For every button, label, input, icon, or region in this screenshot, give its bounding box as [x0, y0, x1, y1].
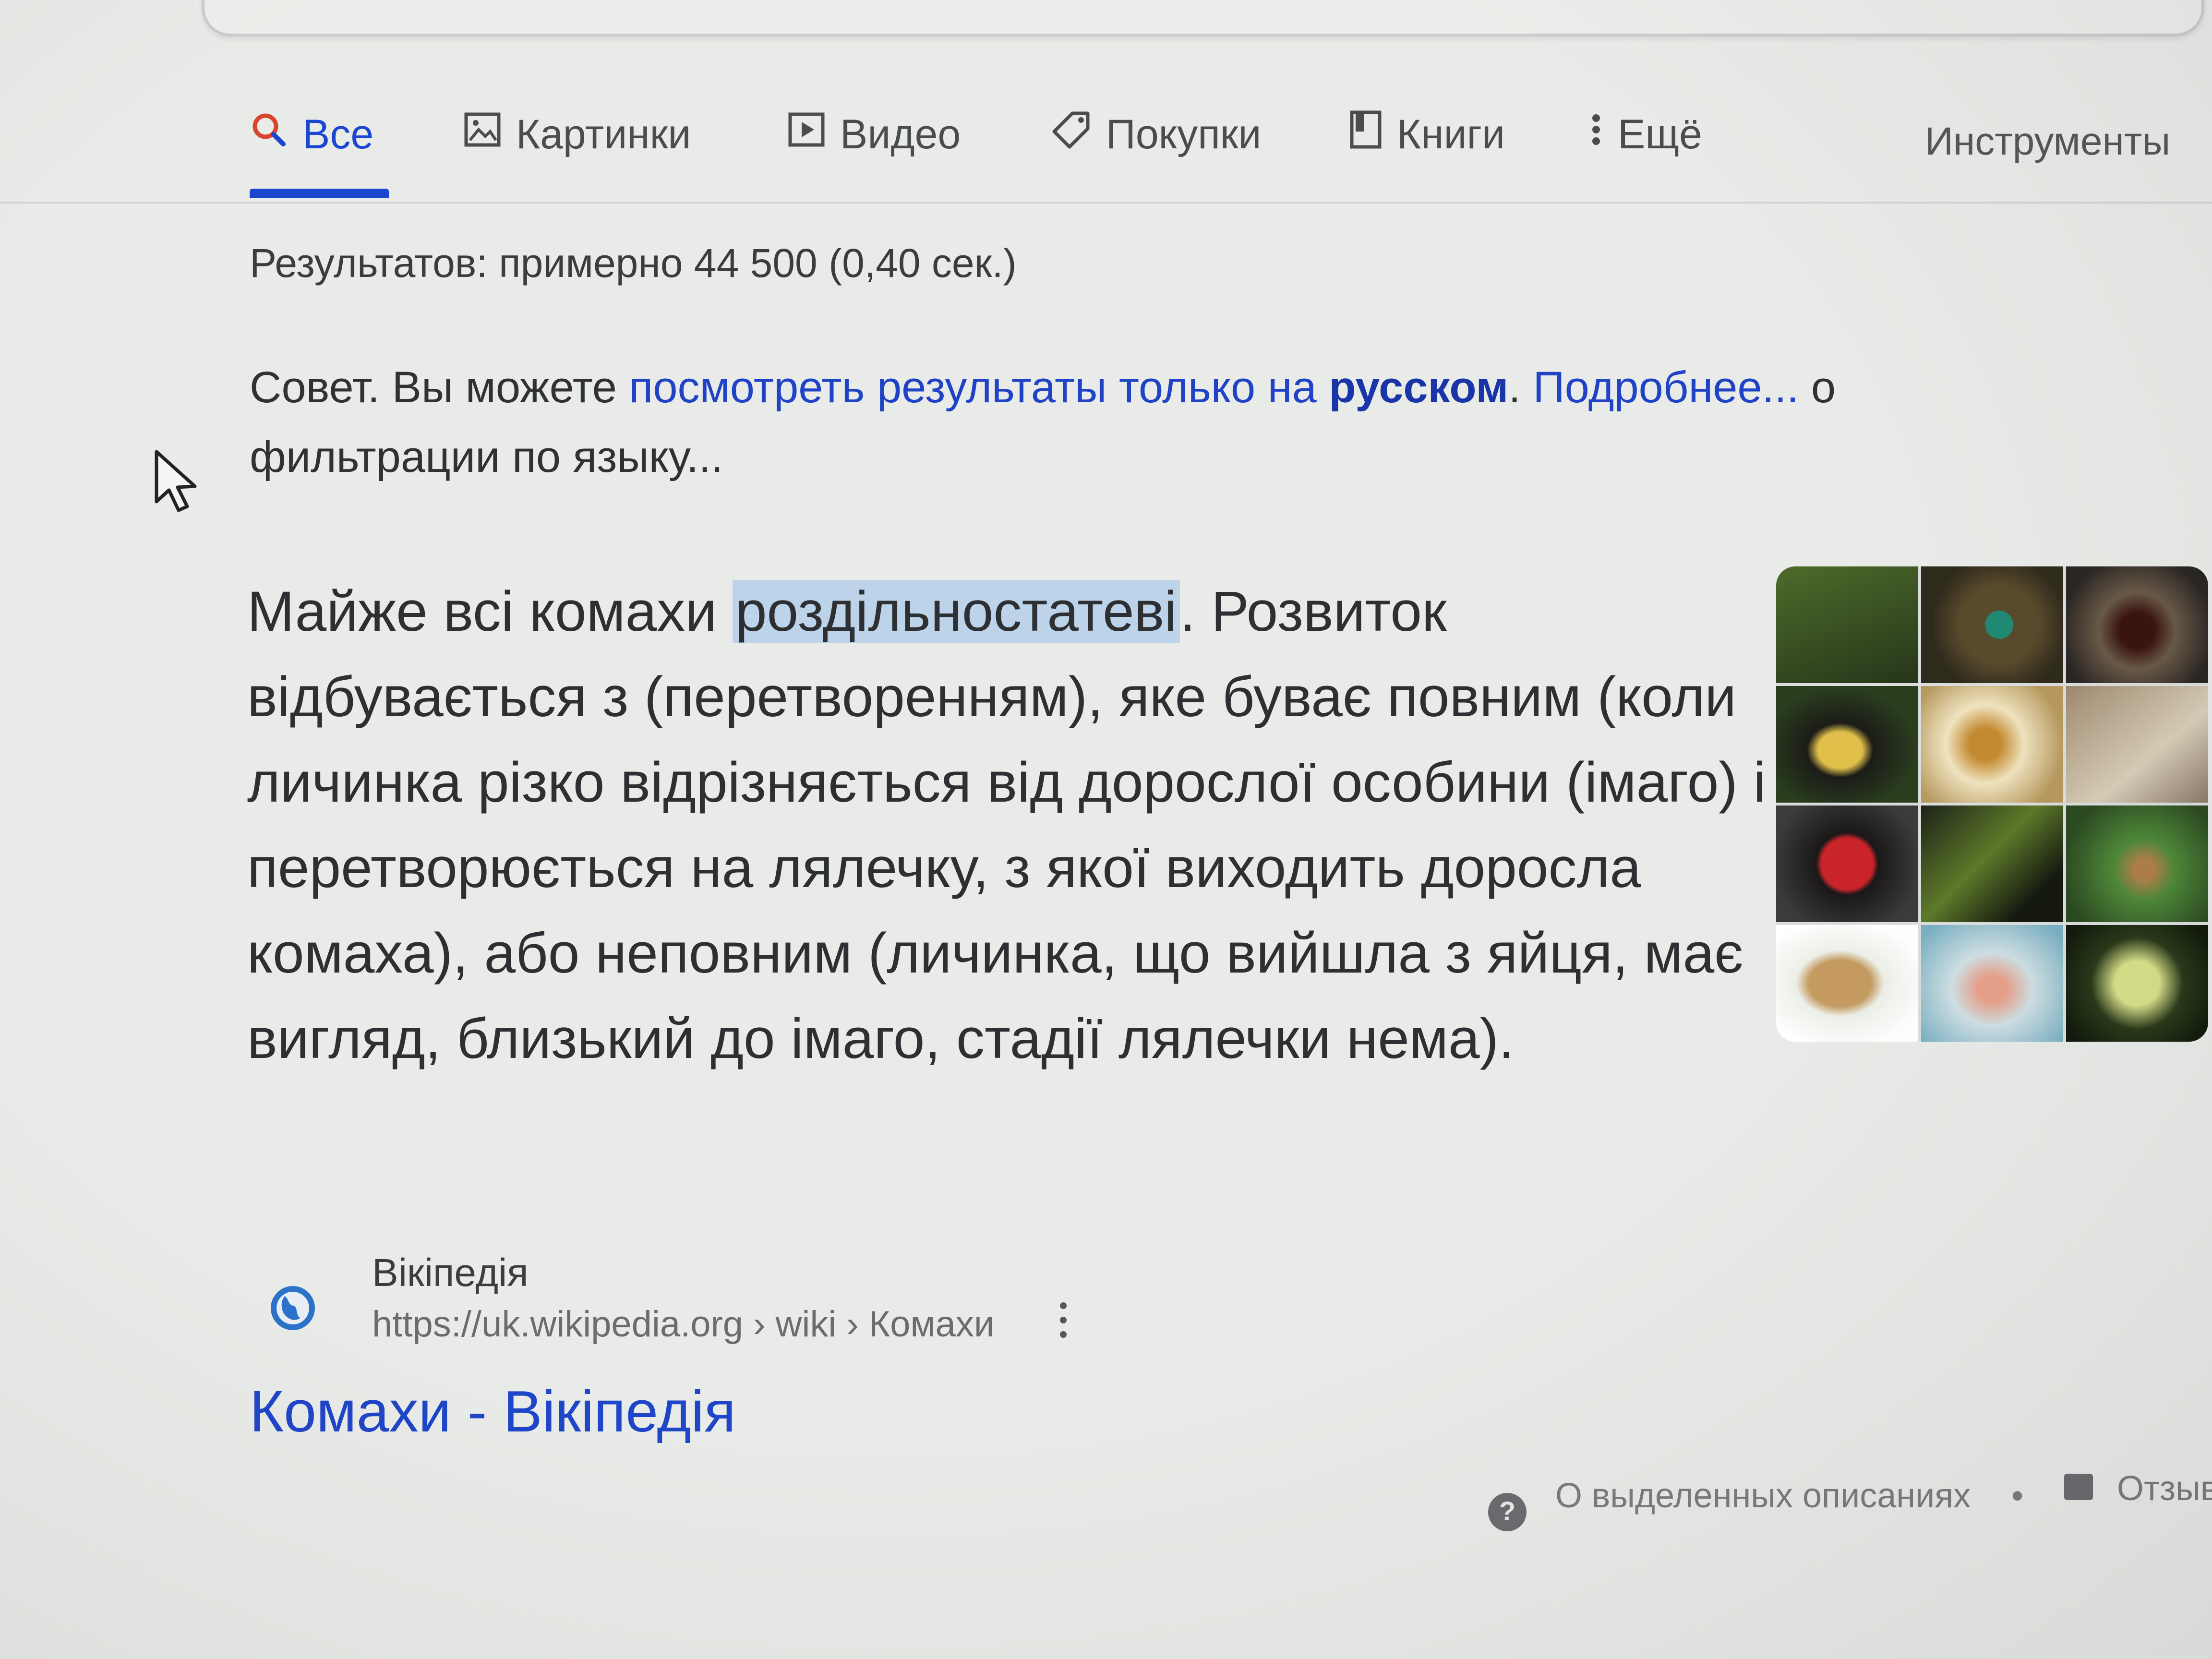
feedback-icon [2064, 1474, 2093, 1500]
tab-images-label: Картинки [516, 111, 691, 157]
globe-icon [266, 1282, 319, 1337]
tab-video[interactable]: Видео [787, 103, 961, 166]
tab-images[interactable]: Картинки [463, 103, 691, 166]
image-cricket[interactable] [2066, 686, 2208, 803]
snippet-after: . Розвиток відбувається з (перетворенням… [247, 580, 1766, 1070]
more-vert-icon[interactable] [1056, 1298, 1070, 1344]
tip-tail-2: фильтрации по языку... [250, 433, 723, 481]
image-ladybug[interactable] [1776, 805, 1918, 922]
snippet-highlight: роздільностатеві [732, 580, 1180, 643]
active-tab-indicator [250, 189, 389, 198]
tip-prefix: Совет. Вы можете [250, 363, 629, 412]
tab-books[interactable]: Книги [1349, 103, 1505, 166]
tab-all[interactable]: Все [250, 103, 373, 166]
about-snippets-link[interactable]: О выделенных описаниях [1555, 1476, 1971, 1515]
image-moth[interactable] [1776, 925, 1918, 1042]
book-icon [1349, 109, 1382, 160]
learn-more-link[interactable]: Подробнее... [1533, 363, 1799, 412]
russian-only-link[interactable]: посмотреть результаты только на русском [629, 363, 1509, 412]
tab-shopping[interactable]: Покупки [1051, 103, 1261, 166]
tag-icon [1051, 109, 1092, 160]
result-stats: Результатов: примерно 44 500 (0,40 сек.) [250, 240, 1017, 286]
russian-only-link-text: посмотреть результаты только на [629, 363, 1329, 412]
image-green-insect[interactable] [2066, 805, 2208, 922]
footer-separator: • [2011, 1477, 2024, 1515]
image-grass-stem[interactable] [1776, 566, 1918, 683]
source-url[interactable]: https://uk.wikipedia.org › wiki › Комахи [372, 1303, 994, 1345]
result-title-link[interactable]: Комахи - Вікіпедія [250, 1378, 736, 1445]
tab-all-label: Все [302, 111, 374, 157]
featured-snippet-text: Майже всі комахи роздільностатеві. Розви… [247, 569, 1783, 1082]
feedback-link[interactable]: Отзыв [2117, 1469, 2212, 1508]
image-mantis[interactable] [1921, 805, 2063, 922]
svg-text:?: ? [1499, 1496, 1515, 1526]
video-play-icon [787, 110, 826, 159]
search-box[interactable] [202, 0, 2204, 36]
russian-only-link-lang: русском [1329, 363, 1509, 412]
image-green-beetle[interactable] [1921, 566, 2063, 683]
tip-tail: о [1799, 363, 1836, 412]
tools-button[interactable]: Инструменты [1925, 119, 2170, 164]
source-name[interactable]: Вікіпедія [372, 1250, 529, 1296]
image-shrimp-insect[interactable] [1921, 925, 2063, 1042]
image-bee[interactable] [1921, 686, 2063, 803]
tab-video-label: Видео [840, 111, 961, 157]
language-tip: Совет. Вы можете посмотреть результаты т… [250, 353, 2026, 492]
insect-images-grid[interactable] [1776, 566, 2208, 1042]
mouse-cursor-icon [153, 449, 205, 518]
image-butterfly[interactable] [1776, 686, 1918, 803]
tab-books-label: Книги [1397, 111, 1505, 157]
search-icon [250, 110, 288, 159]
image-yellow-bug[interactable] [2066, 925, 2208, 1042]
tab-more-label: Ещё [1618, 111, 1702, 157]
help-circle-icon[interactable]: ? [1486, 1491, 1529, 1536]
tabs-divider [0, 202, 2212, 204]
snippet-before: Майже всі комахи [247, 580, 733, 643]
tip-period: . [1508, 363, 1533, 412]
image-icon [463, 110, 502, 159]
more-vert-icon [1589, 109, 1603, 160]
tab-shopping-label: Покупки [1106, 111, 1262, 157]
image-dark-bug[interactable] [2066, 566, 2208, 683]
tab-more[interactable]: Ещё [1589, 103, 1702, 166]
